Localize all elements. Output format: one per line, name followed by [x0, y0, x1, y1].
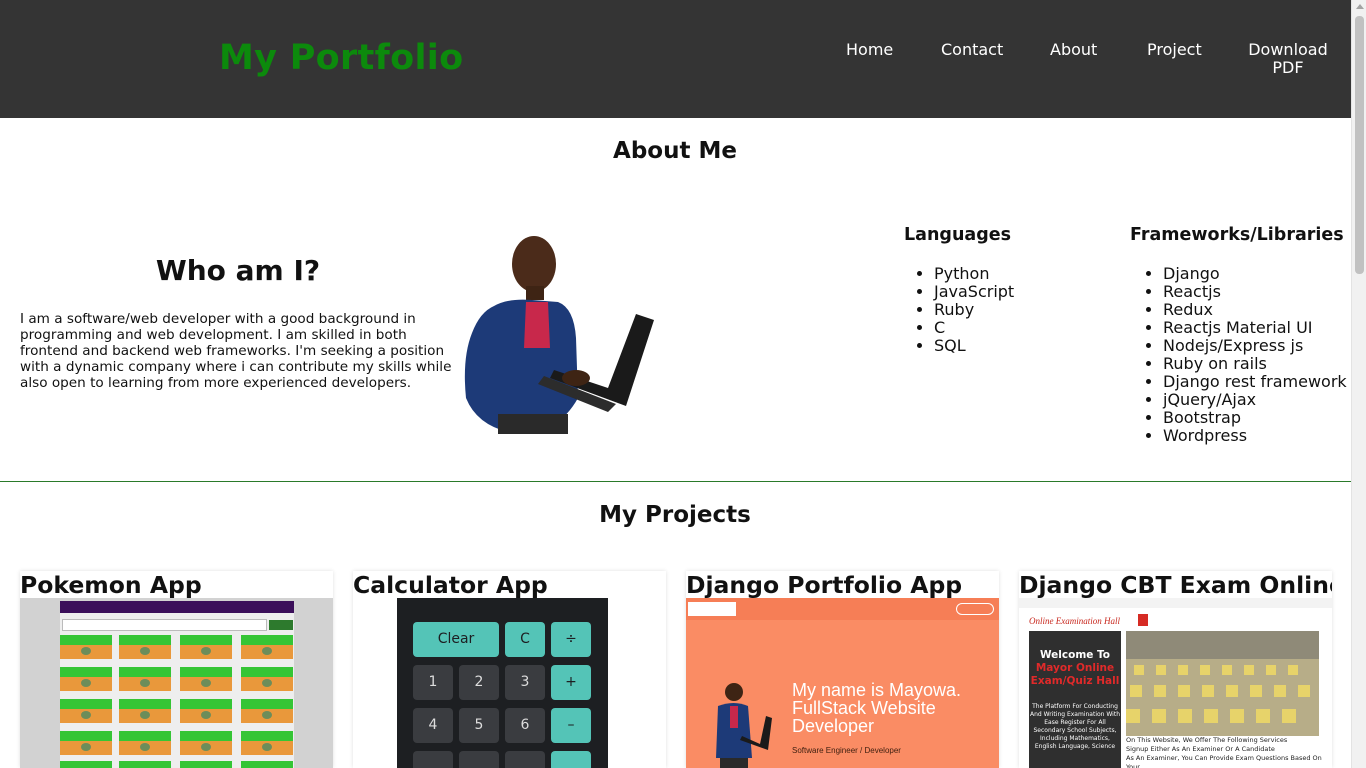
frameworks-heading: Frameworks/Libraries: [1130, 225, 1344, 245]
project-card-calculator[interactable]: Calculator App Clear C ÷ 1 2 3 + 4 5 6 –: [353, 571, 666, 768]
list-item: SQL: [934, 337, 1014, 355]
exam-hall-photo: [1126, 631, 1319, 736]
cbt-welcome: Welcome To Mayor Online Exam/Quiz Hall: [1030, 649, 1120, 687]
scroll-up-arrow-icon[interactable]: [1355, 4, 1364, 9]
nav-about[interactable]: About: [1050, 41, 1097, 59]
project-title[interactable]: Calculator App: [353, 571, 548, 599]
calc-key-3: 3: [505, 665, 545, 700]
list-item: Redux: [1163, 301, 1347, 319]
profile-photo: [464, 236, 654, 434]
nav-download-pdf[interactable]: Download PDF: [1248, 41, 1328, 77]
list-item: Nodejs/Express js: [1163, 337, 1347, 355]
nav-project[interactable]: Project: [1147, 41, 1202, 59]
portfolio-subline: Software Engineer / Developer: [792, 746, 901, 755]
frameworks-list: Django Reactjs Redux Reactjs Material UI…: [1139, 265, 1347, 445]
project-card-pokemon[interactable]: Pokemon App: [20, 571, 333, 768]
project-title[interactable]: Django Portfolio App: [686, 571, 962, 599]
nav-contact[interactable]: Contact: [941, 41, 1003, 59]
cbt-brand: Online Examination Hall: [1029, 616, 1120, 626]
calc-key-1: 1: [413, 665, 453, 700]
portfolio-headline: My name is Mayowa. FullStack Website Dev…: [792, 680, 962, 736]
list-item: Reactjs Material UI: [1163, 319, 1347, 337]
who-am-i-heading: Who am I?: [155, 254, 321, 287]
list-item: Django: [1163, 265, 1347, 283]
list-item: Python: [934, 265, 1014, 283]
project-screenshot-pokemon[interactable]: [20, 598, 333, 768]
list-item: Wordpress: [1163, 427, 1347, 445]
calc-key-c: C: [505, 622, 545, 657]
brand-logo[interactable]: My Portfolio: [219, 38, 463, 78]
bio-paragraph: I am a software/web developer with a goo…: [20, 311, 452, 391]
list-item: Bootstrap: [1163, 409, 1347, 427]
project-screenshot-calculator[interactable]: Clear C ÷ 1 2 3 + 4 5 6 –: [353, 598, 666, 768]
portfolio-person-image: [716, 683, 772, 768]
cbt-caption: On This Website, We Offer The Following …: [1126, 736, 1322, 768]
project-title[interactable]: Django CBT Exam Online: [1019, 571, 1332, 599]
project-card-django-portfolio[interactable]: Django Portfolio App My name is Mayowa. …: [686, 571, 999, 768]
project-title[interactable]: Pokemon App: [20, 571, 202, 599]
list-item: JavaScript: [934, 283, 1014, 301]
project-screenshot-django-cbt[interactable]: Online Examination Hall Welcome To Mayor…: [1019, 598, 1332, 768]
section-divider: [0, 481, 1351, 482]
languages-heading: Languages: [904, 225, 1012, 245]
calc-key-6: 6: [505, 708, 545, 743]
calc-key-plus: +: [551, 665, 591, 700]
scroll-thumb[interactable]: [1355, 16, 1364, 274]
site-header: My Portfolio Home Contact About Project …: [0, 0, 1351, 118]
projects-section-title: My Projects: [599, 502, 751, 528]
calc-key-2: 2: [459, 665, 499, 700]
project-screenshot-django-portfolio[interactable]: My name is Mayowa. FullStack Website Dev…: [686, 598, 999, 768]
calc-key-divide: ÷: [551, 622, 591, 657]
list-item: Django rest framework: [1163, 373, 1347, 391]
calc-key-4: 4: [413, 708, 453, 743]
list-item: Reactjs: [1163, 283, 1347, 301]
calc-key-clear: Clear: [413, 622, 499, 657]
calc-key-minus: –: [551, 708, 591, 743]
cbt-blurb: The Platform For Conducting And Writing …: [1030, 703, 1120, 750]
project-card-django-cbt[interactable]: Django CBT Exam Online Online Examinatio…: [1019, 571, 1332, 768]
languages-list: Python JavaScript Ruby C SQL: [910, 265, 1014, 355]
list-item: Ruby: [934, 301, 1014, 319]
calc-key-5: 5: [459, 708, 499, 743]
list-item: jQuery/Ajax: [1163, 391, 1347, 409]
list-item: Ruby on rails: [1163, 355, 1347, 373]
list-item: C: [934, 319, 1014, 337]
page-scrollbar[interactable]: [1351, 0, 1366, 768]
about-section-title: About Me: [613, 138, 737, 164]
nav-home[interactable]: Home: [846, 41, 893, 59]
